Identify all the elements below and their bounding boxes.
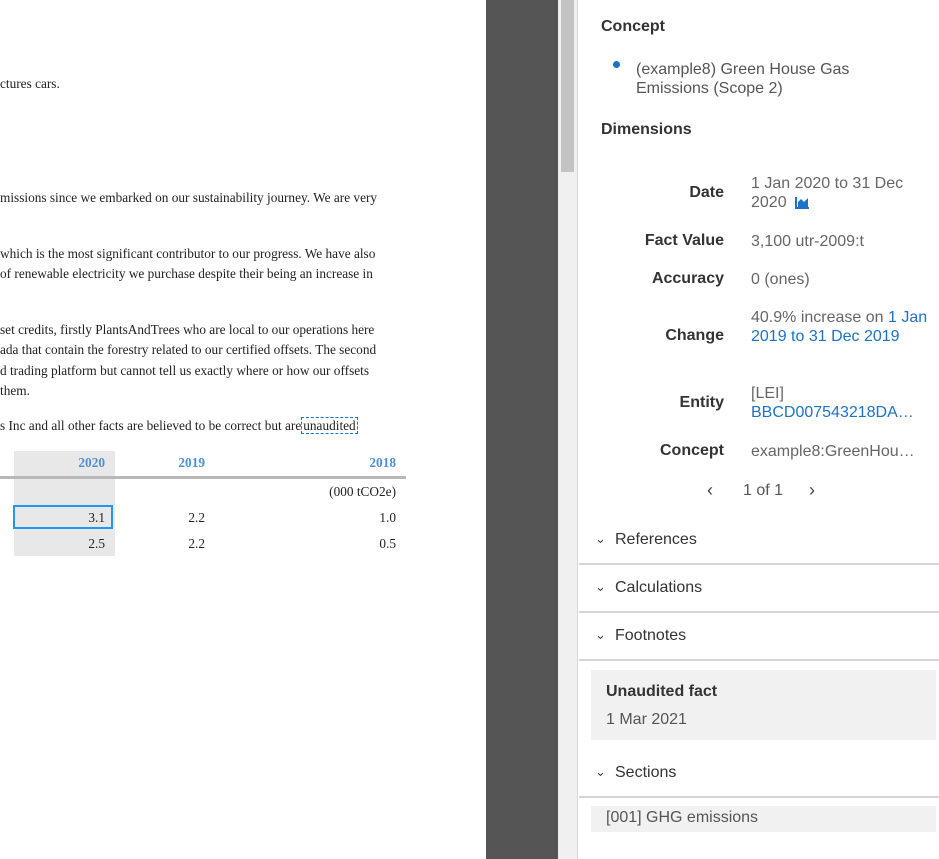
doc-line: missions since we embarked on our sustai… (0, 190, 378, 205)
section-item-label: [001] GHG emissions (606, 809, 759, 826)
doc-line: ada that contain the forestry related to… (0, 342, 377, 357)
date-label: Date (689, 184, 724, 201)
unit-label: (000 tCO2e) (329, 484, 396, 499)
doc-line: ctures cars. (0, 76, 60, 91)
entity-scheme: [LEI] (751, 385, 784, 402)
concept-value: (example8) Green House Gas Emissions (Sc… (636, 61, 850, 97)
sections-section-toggle[interactable]: ⌄ Sections (579, 750, 939, 798)
references-section-toggle[interactable]: ⌄ References (579, 517, 939, 565)
entity-id-link[interactable]: BBCD007543218DA… (751, 403, 929, 422)
table-cell[interactable]: 1.0 (300, 510, 396, 526)
bullet-icon (613, 61, 620, 68)
date-text: 1 Jan 2020 to 31 Dec 2020 (751, 175, 904, 211)
table-cell[interactable]: 2.5 (0, 536, 105, 552)
concept-heading: Concept (601, 18, 665, 35)
footnotes-section-toggle[interactable]: ⌄ Footnotes (579, 613, 939, 661)
col-header-2019[interactable]: 2019 (120, 455, 205, 471)
fact-inspector-panel: Concept (example8) Green House Gas Emiss… (579, 0, 939, 859)
table-cell[interactable]: 2.2 (120, 510, 205, 526)
sections-title: Sections (615, 764, 677, 781)
concept-name: example8:GreenHou… (751, 443, 915, 460)
chevron-down-icon: ⌄ (595, 579, 606, 594)
doc-line: which is the most significant contributo… (0, 246, 376, 261)
change-label: Change (665, 327, 724, 344)
dimensions-heading: Dimensions (601, 121, 692, 138)
footnote-title: Unaudited fact (606, 683, 718, 700)
document-viewer: ctures cars. missions since we embarked … (0, 0, 486, 859)
date-value: 1 Jan 2020 to 31 Dec 2020 (751, 174, 929, 214)
section-item[interactable]: [001] GHG emissions (591, 806, 936, 832)
panel-scrollbar[interactable] (558, 0, 578, 859)
calculations-section-toggle[interactable]: ⌄ Calculations (579, 565, 939, 613)
concept-row-label: Concept (660, 442, 724, 459)
scrollbar-thumb[interactable] (561, 0, 574, 172)
entity-label: Entity (679, 394, 724, 411)
footnote-date: 1 Mar 2021 (606, 711, 687, 728)
accuracy-label: Accuracy (651, 270, 724, 287)
next-fact-button[interactable]: › (809, 480, 815, 501)
fact-value: 3,100 utr-2009:t (751, 233, 864, 250)
doc-line: set credits, firstly PlantsAndTrees who … (0, 322, 375, 337)
table-cell[interactable]: 3.1 (0, 510, 105, 526)
entity-value: [LEI] BBCD007543218DA… (751, 384, 929, 422)
doc-line: s Inc and all other facts are believed t… (0, 417, 358, 434)
doc-line: of renewable electricity we purchase des… (0, 266, 373, 281)
doc-line: d trading platform but cannot tell us ex… (0, 363, 370, 378)
chart-icon[interactable] (795, 195, 810, 214)
chevron-down-icon: ⌄ (595, 531, 606, 546)
footnote-card[interactable]: Unaudited fact 1 Mar 2021 (591, 670, 936, 740)
prev-fact-button[interactable]: ‹ (707, 480, 713, 501)
col-header-2020[interactable]: 2020 (0, 455, 105, 471)
viewer-gutter (486, 0, 558, 859)
doc-line-text: s Inc and all other facts are believed t… (0, 418, 302, 433)
references-title: References (615, 531, 697, 548)
col-header-2018[interactable]: 2018 (300, 455, 396, 471)
chevron-down-icon: ⌄ (595, 627, 606, 642)
fact-value-label: Fact Value (644, 232, 724, 249)
change-text: 40.9% increase on (751, 309, 888, 326)
pager-label: 1 of 1 (743, 482, 784, 499)
table-cell[interactable]: 2.2 (120, 536, 205, 552)
doc-line: them. (0, 383, 30, 398)
change-value: 40.9% increase on 1 Jan 2019 to 31 Dec 2… (751, 308, 929, 346)
chevron-down-icon: ⌄ (595, 764, 606, 779)
footnotes-title: Footnotes (615, 627, 687, 644)
table-cell[interactable]: 0.5 (300, 536, 396, 552)
calculations-title: Calculations (615, 579, 703, 596)
unaudited-tag[interactable]: unaudited (301, 417, 358, 434)
table-rule (0, 476, 406, 479)
accuracy-value: 0 (ones) (751, 271, 810, 288)
